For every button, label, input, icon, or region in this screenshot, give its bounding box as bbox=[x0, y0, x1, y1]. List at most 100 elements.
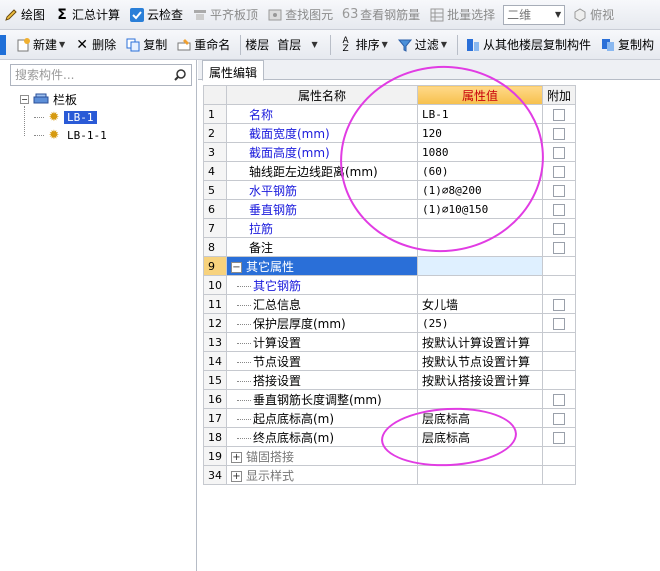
sum-calc-button[interactable]: Σ 汇总计算 bbox=[51, 3, 123, 27]
align-top-button[interactable]: 平齐板顶 bbox=[189, 3, 261, 27]
property-panel: 属性编辑 属性名称 属性值 附加 1 名称 LB-1 2 截面宽度(mm) 12… bbox=[198, 60, 660, 571]
table-row[interactable]: 6 垂直钢筋 (1)⌀10@150 bbox=[203, 199, 577, 219]
table-row[interactable]: 12 保护层厚度(mm) (25) bbox=[203, 313, 577, 333]
table-row-group-anchor[interactable]: 19 + 锚固搭接 bbox=[203, 446, 577, 466]
attr-value[interactable]: 女儿墙 bbox=[417, 294, 543, 314]
pencil-icon bbox=[3, 7, 19, 23]
search-input[interactable] bbox=[11, 65, 172, 85]
attr-value[interactable] bbox=[417, 389, 543, 409]
copy-component-icon bbox=[600, 37, 616, 53]
check-icon bbox=[129, 7, 145, 23]
search-icon[interactable] bbox=[172, 67, 188, 83]
attr-value[interactable]: 1080 bbox=[417, 142, 543, 162]
extra-checkbox[interactable] bbox=[553, 184, 565, 197]
attr-value[interactable]: 层底标高 bbox=[417, 427, 543, 447]
attr-value[interactable]: LB-1 bbox=[417, 104, 543, 124]
extra-checkbox[interactable] bbox=[553, 146, 565, 159]
view-mode-select[interactable]: 二维 ▼ bbox=[503, 4, 566, 25]
attr-name: 截面宽度(mm) bbox=[226, 123, 418, 143]
new-button[interactable]: 新建 ▼ bbox=[12, 33, 68, 57]
attr-value[interactable] bbox=[417, 275, 543, 295]
extra-checkbox[interactable] bbox=[553, 241, 565, 254]
extra-checkbox[interactable] bbox=[553, 393, 565, 406]
attr-value[interactable] bbox=[417, 446, 543, 466]
table-row[interactable]: 15 搭接设置 按默认搭接设置计算 bbox=[203, 370, 577, 390]
collapse-icon[interactable]: − bbox=[20, 94, 29, 104]
attr-value[interactable]: (1)⌀10@150 bbox=[417, 199, 543, 219]
find-element-button[interactable]: 查找图元 bbox=[264, 3, 336, 27]
collapse-icon[interactable]: − bbox=[231, 261, 242, 273]
attr-value[interactable]: (1)⌀8@200 bbox=[417, 180, 543, 200]
tree-root-parapet[interactable]: − 栏板 bbox=[20, 90, 110, 108]
extra-header: 附加 bbox=[541, 85, 577, 105]
attr-group-name: − 其它属性 bbox=[226, 256, 418, 276]
attr-value[interactable]: (25) bbox=[417, 313, 543, 333]
table-row[interactable]: 13 计算设置 按默认计算设置计算 bbox=[203, 332, 577, 352]
extra-checkbox[interactable] bbox=[553, 412, 565, 425]
attr-value[interactable]: 按默认计算设置计算 bbox=[417, 332, 543, 352]
attr-name: 垂直钢筋长度调整(mm) bbox=[226, 389, 418, 409]
expand-icon[interactable]: + bbox=[231, 451, 242, 463]
attr-value[interactable]: 按默认节点设置计算 bbox=[417, 351, 543, 371]
attr-value[interactable] bbox=[417, 465, 543, 485]
attr-value[interactable] bbox=[417, 256, 543, 276]
attr-value[interactable]: 按默认搭接设置计算 bbox=[417, 370, 543, 390]
tree-guide-line bbox=[24, 106, 25, 136]
extra-checkbox[interactable] bbox=[553, 317, 565, 330]
component-search bbox=[10, 64, 192, 86]
sort-button[interactable]: AZ 排序 ▼ bbox=[335, 33, 391, 57]
table-row[interactable]: 3 截面高度(mm) 1080 bbox=[203, 142, 577, 162]
rename-button[interactable]: 重命名 bbox=[173, 33, 233, 57]
find-icon bbox=[267, 7, 283, 23]
attr-name: 水平钢筋 bbox=[226, 180, 418, 200]
extra-checkbox[interactable] bbox=[553, 165, 565, 178]
table-row[interactable]: 1 名称 LB-1 bbox=[203, 104, 577, 124]
attr-value[interactable] bbox=[417, 237, 543, 257]
panel-edge-marker bbox=[0, 35, 6, 55]
table-row[interactable]: 5 水平钢筋 (1)⌀8@200 bbox=[203, 180, 577, 200]
copy-component-button[interactable]: 复制构 bbox=[597, 33, 657, 57]
extra-checkbox[interactable] bbox=[553, 203, 565, 216]
tree-item-lb-1-1[interactable]: ✹ LB-1-1 bbox=[34, 126, 110, 144]
table-row[interactable]: 4 轴线距左边线距离(mm) (60) bbox=[203, 161, 577, 181]
attr-name-header: 属性名称 bbox=[226, 85, 418, 105]
attr-group-name: + 显示样式 bbox=[226, 465, 418, 485]
view-rebar-button[interactable]: 63 查看钢筋量 bbox=[339, 3, 423, 27]
draw-button[interactable]: 绘图 bbox=[0, 3, 48, 27]
table-row-group-display[interactable]: 34 + 显示样式 bbox=[203, 465, 577, 485]
copy-button[interactable]: 复制 bbox=[122, 33, 170, 57]
cloud-check-button[interactable]: 云检查 bbox=[126, 3, 186, 27]
extra-checkbox[interactable] bbox=[553, 127, 565, 140]
table-row[interactable]: 18 终点底标高(m) 层底标高 bbox=[203, 427, 577, 447]
table-row[interactable]: 16 垂直钢筋长度调整(mm) bbox=[203, 389, 577, 409]
attr-value[interactable]: 层底标高 bbox=[417, 408, 543, 428]
extra-checkbox[interactable] bbox=[553, 431, 565, 444]
extra-checkbox[interactable] bbox=[553, 298, 565, 311]
tree-item-lb-1[interactable]: ✹ LB-1 bbox=[34, 108, 110, 126]
extra-checkbox[interactable] bbox=[553, 222, 565, 235]
table-row[interactable]: 7 拉筋 bbox=[203, 218, 577, 238]
table-row[interactable]: 2 截面宽度(mm) 120 bbox=[203, 123, 577, 143]
copy-from-floor-button[interactable]: 从其他楼层复制构件 bbox=[462, 33, 594, 57]
layers-copy-icon bbox=[465, 37, 481, 53]
tab-property-edit[interactable]: 属性编辑 bbox=[202, 60, 265, 81]
table-row[interactable]: 17 起点底标高(m) 层底标高 bbox=[203, 408, 577, 428]
table-row[interactable]: 14 节点设置 按默认节点设置计算 bbox=[203, 351, 577, 371]
extra-checkbox[interactable] bbox=[553, 108, 565, 121]
delete-button[interactable]: ✕ 删除 bbox=[71, 33, 119, 57]
attr-value[interactable]: 120 bbox=[417, 123, 543, 143]
attr-value[interactable]: (60) bbox=[417, 161, 543, 181]
tree-branch bbox=[34, 116, 44, 118]
table-row[interactable]: 10 其它钢筋 bbox=[203, 275, 577, 295]
grid-header-row: 属性名称 属性值 附加 bbox=[203, 85, 577, 105]
floor-select[interactable]: 首层 ▼ bbox=[273, 35, 321, 55]
expand-icon[interactable]: + bbox=[231, 470, 242, 482]
attr-value[interactable] bbox=[417, 218, 543, 238]
top-view-button[interactable]: 俯视 bbox=[569, 3, 617, 27]
attr-name: 垂直钢筋 bbox=[226, 199, 418, 219]
table-row-group-other[interactable]: 9 − 其它属性 bbox=[203, 256, 577, 276]
batch-select-button[interactable]: 批量选择 bbox=[426, 3, 498, 27]
filter-button[interactable]: 过滤 ▼ bbox=[394, 33, 450, 57]
table-row[interactable]: 11 汇总信息 女儿墙 bbox=[203, 294, 577, 314]
table-row[interactable]: 8 备注 bbox=[203, 237, 577, 257]
